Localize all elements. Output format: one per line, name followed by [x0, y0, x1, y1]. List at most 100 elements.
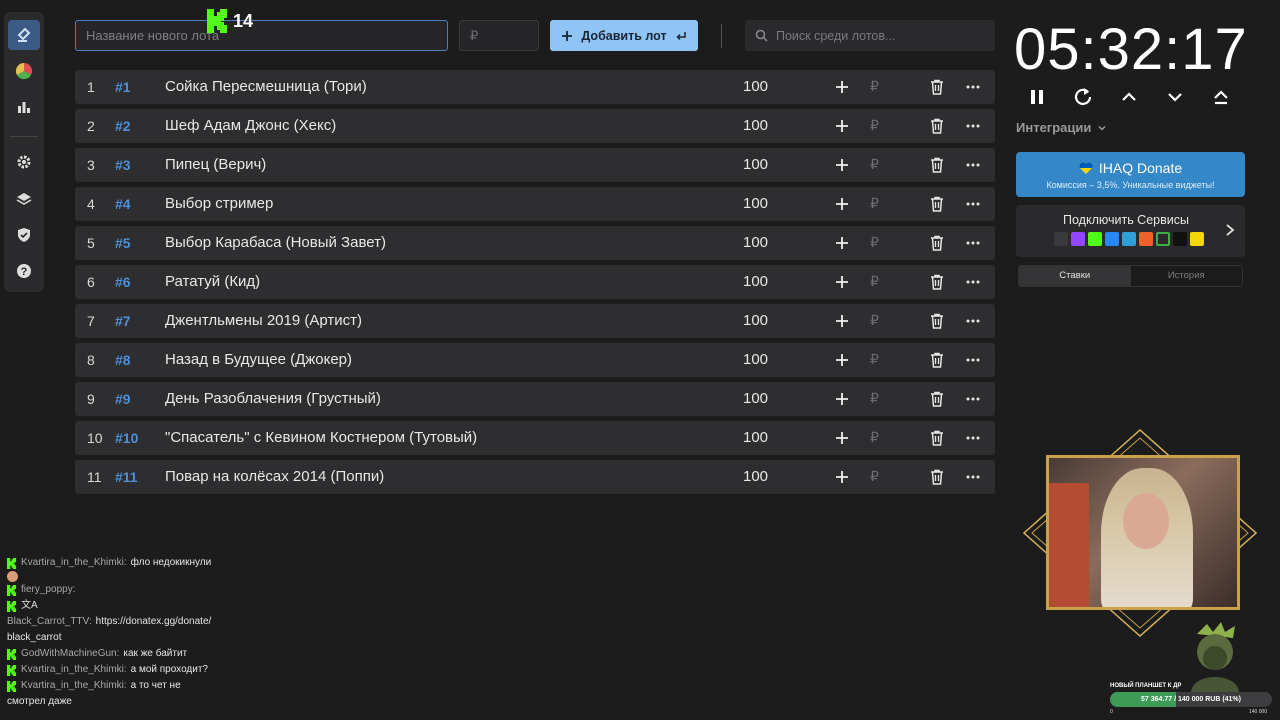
add-amount-icon[interactable] [834, 469, 850, 485]
reset-icon[interactable] [1072, 86, 1094, 108]
lot-row[interactable]: 6 #6 Рататуй (Кид) 100 ₽ [75, 265, 995, 299]
more-icon[interactable] [965, 118, 981, 134]
lot-amount[interactable]: 100 [743, 312, 768, 329]
lot-name[interactable]: Выбор стример [165, 195, 273, 212]
lot-amount[interactable]: 100 [743, 234, 768, 251]
wheel-icon[interactable] [8, 56, 40, 86]
more-icon[interactable] [965, 274, 981, 290]
lot-name[interactable]: Сойка Пересмешница (Тори) [165, 78, 367, 95]
trash-icon[interactable] [930, 274, 944, 290]
lot-row[interactable]: 9 #9 День Разоблачения (Грустный) 100 ₽ [75, 382, 995, 416]
add-amount-icon[interactable] [834, 157, 850, 173]
lot-name[interactable]: Пипец (Верич) [165, 156, 266, 173]
chevron-up-icon[interactable] [1118, 86, 1140, 108]
more-icon[interactable] [965, 430, 981, 446]
integrations-dropdown[interactable]: Интеграции [1016, 120, 1107, 135]
lot-tag[interactable]: #11 [115, 469, 138, 485]
lot-row[interactable]: 5 #5 Выбор Карабаса (Новый Завет) 100 ₽ [75, 226, 995, 260]
lot-name[interactable]: "Спасатель" с Кевином Костнером (Тутовый… [165, 429, 477, 446]
lot-name[interactable]: Выбор Карабаса (Новый Завет) [165, 234, 386, 251]
lot-row[interactable]: 3 #3 Пипец (Верич) 100 ₽ [75, 148, 995, 182]
trash-icon[interactable] [930, 430, 944, 446]
lot-amount[interactable]: 100 [743, 117, 768, 134]
help-icon[interactable]: ? [8, 256, 40, 286]
more-icon[interactable] [965, 79, 981, 95]
lot-row[interactable]: 4 #4 Выбор стример 100 ₽ [75, 187, 995, 221]
trash-icon[interactable] [930, 79, 944, 95]
more-icon[interactable] [965, 157, 981, 173]
lot-row[interactable]: 7 #7 Джентльмены 2019 (Артист) 100 ₽ [75, 304, 995, 338]
lot-price-input[interactable] [459, 20, 539, 51]
search-box[interactable] [745, 20, 995, 51]
trash-icon[interactable] [930, 352, 944, 368]
lot-row[interactable]: 10 #10 "Спасатель" с Кевином Костнером (… [75, 421, 995, 455]
trash-icon[interactable] [930, 391, 944, 407]
lot-tag[interactable]: #4 [115, 196, 131, 212]
more-icon[interactable] [965, 196, 981, 212]
pause-icon[interactable] [1026, 86, 1048, 108]
lot-tag[interactable]: #7 [115, 313, 131, 329]
ihaq-donate-button[interactable]: IHAQ Donate Комиссия – 3,5%. Уникальные … [1016, 152, 1245, 197]
lot-name-input[interactable] [75, 20, 448, 51]
trash-icon[interactable] [930, 118, 944, 134]
lot-tag[interactable]: #3 [115, 157, 131, 173]
lot-name[interactable]: Шеф Адам Джонс (Хекс) [165, 117, 336, 134]
lot-name[interactable]: Джентльмены 2019 (Артист) [165, 312, 362, 329]
add-amount-icon[interactable] [834, 235, 850, 251]
add-amount-icon[interactable] [834, 352, 850, 368]
shield-icon[interactable] [8, 220, 40, 250]
lot-amount[interactable]: 100 [743, 273, 768, 290]
lot-tag[interactable]: #1 [115, 79, 131, 95]
lot-amount[interactable]: 100 [743, 78, 768, 95]
double-up-icon[interactable] [1210, 86, 1232, 108]
lot-tag[interactable]: #5 [115, 235, 131, 251]
add-amount-icon[interactable] [834, 79, 850, 95]
lot-tag[interactable]: #6 [115, 274, 131, 290]
more-icon[interactable] [965, 469, 981, 485]
lot-amount[interactable]: 100 [743, 351, 768, 368]
lot-name[interactable]: День Разоблачения (Грустный) [165, 390, 381, 407]
stats-icon[interactable] [8, 92, 40, 122]
lot-amount[interactable]: 100 [743, 156, 768, 173]
lot-row[interactable]: 8 #8 Назад в Будущее (Джокер) 100 ₽ [75, 343, 995, 377]
more-icon[interactable] [965, 235, 981, 251]
trash-icon[interactable] [930, 469, 944, 485]
auction-icon[interactable] [8, 20, 40, 51]
lot-tag[interactable]: #8 [115, 352, 131, 368]
search-input[interactable] [776, 28, 976, 43]
lot-row[interactable]: 1 #1 Сойка Пересмешница (Тори) 100 ₽ [75, 70, 995, 104]
add-amount-icon[interactable] [834, 430, 850, 446]
add-amount-icon[interactable] [834, 313, 850, 329]
chevron-down-icon[interactable] [1164, 86, 1186, 108]
layers-icon[interactable] [8, 184, 40, 214]
lot-row[interactable]: 2 #2 Шеф Адам Джонс (Хекс) 100 ₽ [75, 109, 995, 143]
settings-icon[interactable] [8, 147, 40, 177]
more-icon[interactable] [965, 391, 981, 407]
trash-icon[interactable] [930, 196, 944, 212]
lot-amount[interactable]: 100 [743, 429, 768, 446]
trash-icon[interactable] [930, 313, 944, 329]
lot-amount[interactable]: 100 [743, 468, 768, 485]
lot-amount[interactable]: 100 [743, 195, 768, 212]
lot-amount[interactable]: 100 [743, 390, 768, 407]
lot-tag[interactable]: #2 [115, 118, 131, 134]
lot-name[interactable]: Назад в Будущее (Джокер) [165, 351, 352, 368]
trash-icon[interactable] [930, 235, 944, 251]
lot-name[interactable]: Повар на колёсах 2014 (Поппи) [165, 468, 384, 485]
more-icon[interactable] [965, 313, 981, 329]
lot-tag[interactable]: #10 [115, 430, 138, 446]
translate-icon[interactable]: 文A [21, 598, 38, 614]
lot-tag[interactable]: #9 [115, 391, 131, 407]
add-lot-button[interactable]: Добавить лот [550, 20, 698, 51]
tab-bids[interactable]: Ставки [1019, 266, 1131, 286]
add-amount-icon[interactable] [834, 274, 850, 290]
trash-icon[interactable] [930, 157, 944, 173]
add-amount-icon[interactable] [834, 196, 850, 212]
tab-history[interactable]: История [1131, 266, 1243, 286]
lot-row[interactable]: 11 #11 Повар на колёсах 2014 (Поппи) 100… [75, 460, 995, 494]
add-amount-icon[interactable] [834, 118, 850, 134]
connect-services-button[interactable]: Подключить Сервисы [1016, 205, 1245, 257]
add-amount-icon[interactable] [834, 391, 850, 407]
lot-name[interactable]: Рататуй (Кид) [165, 273, 260, 290]
more-icon[interactable] [965, 352, 981, 368]
